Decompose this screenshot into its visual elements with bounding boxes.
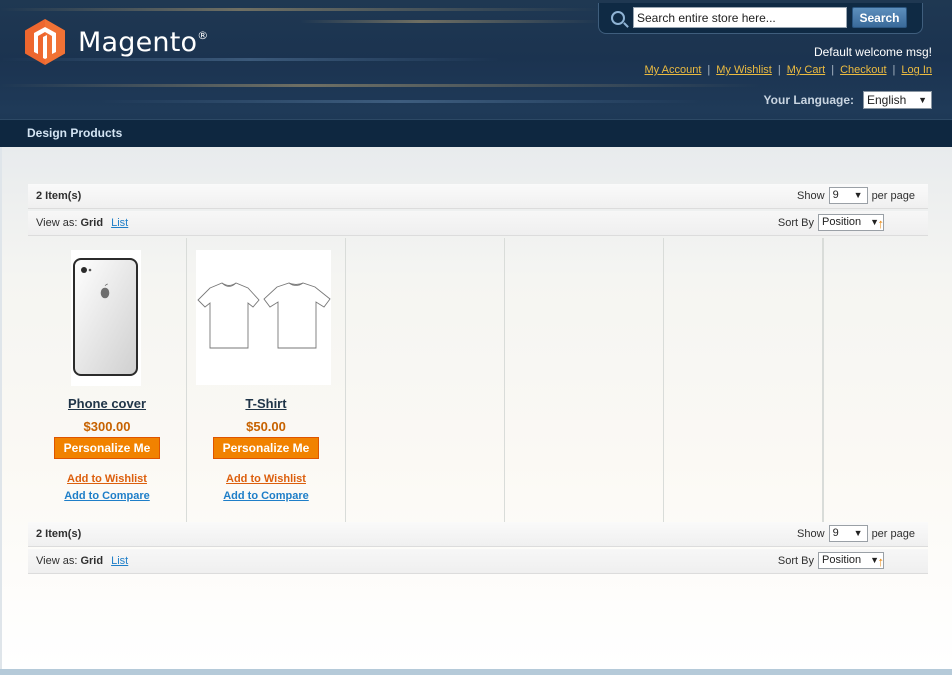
add-to-wishlist-link[interactable]: Add to Wishlist	[28, 473, 186, 485]
phone-cover-image	[73, 258, 138, 376]
sort-direction-icon[interactable]: ↑	[878, 554, 885, 569]
view-mode: View as: Grid List	[36, 555, 129, 567]
header-decoration	[100, 100, 700, 103]
toolbar-sorter-top: View as: Grid List Sort By Position ▼ ↑	[28, 211, 928, 236]
nav-bar: Design Products	[0, 119, 952, 147]
view-mode: View as: Grid List	[36, 217, 129, 229]
chevron-down-icon: ▼	[918, 95, 927, 105]
product-image[interactable]	[71, 250, 141, 386]
product-name-link[interactable]: Phone cover	[28, 396, 186, 411]
sort-by: Sort By Position ▼	[778, 552, 884, 569]
sort-by-select[interactable]: Position ▼	[818, 552, 884, 569]
search-button[interactable]: Search	[852, 7, 907, 28]
limiter: Show 9 ▼ per page	[793, 187, 919, 204]
product-price: $300.00	[83, 419, 131, 434]
logo[interactable]: Magento®	[24, 18, 208, 66]
page-header: Magento® Search Default welcome msg! My …	[0, 0, 952, 147]
empty-grid-cell	[346, 238, 505, 522]
per-page-select[interactable]: 9 ▼	[828, 187, 868, 204]
product-image[interactable]	[196, 250, 331, 385]
empty-grid-cell	[823, 238, 928, 522]
logo-text: Magento®	[78, 26, 209, 58]
toolbar-sorter-bottom: View as: Grid List Sort By Position ▼ ↑	[28, 549, 928, 574]
empty-grid-cell	[664, 238, 823, 522]
language-label: Your Language:	[763, 93, 854, 107]
search-input[interactable]	[633, 7, 847, 28]
sort-by: Sort By Position ▼	[778, 214, 884, 231]
quick-links: My Account | My Wishlist | My Cart | Checkout |…	[644, 64, 932, 76]
personalize-button[interactable]: Personalize Me	[54, 437, 160, 459]
chevron-down-icon: ▼	[853, 190, 863, 200]
product-grid: Phone cover $300.00 Personalize Me Add t…	[28, 238, 928, 522]
sort-direction-icon[interactable]: ↑	[878, 216, 885, 231]
limiter: Show 9 ▼ per page	[793, 525, 919, 542]
my-account-link[interactable]: My Account	[645, 64, 702, 76]
toolbar-pager-top: 2 Item(s) Show 9 ▼ per page	[28, 184, 928, 209]
sort-by-select[interactable]: Position ▼	[818, 214, 884, 231]
view-grid: Grid	[80, 217, 104, 229]
magento-logo-icon	[25, 19, 65, 65]
t-shirt-image	[197, 282, 331, 349]
main-border	[0, 147, 2, 669]
view-grid: Grid	[80, 555, 104, 567]
view-list-link[interactable]: List	[111, 555, 128, 567]
search-icon	[611, 11, 625, 25]
add-to-compare-link[interactable]: Add to Compare	[28, 490, 186, 502]
header-decoration	[0, 84, 760, 87]
chevron-down-icon: ▼	[853, 528, 863, 538]
welcome-message: Default welcome msg!	[813, 45, 932, 59]
personalize-button[interactable]: Personalize Me	[213, 437, 319, 459]
header-decoration	[300, 20, 600, 23]
log-in-link[interactable]: Log In	[901, 64, 932, 76]
language-select[interactable]: English ▼	[863, 91, 932, 109]
view-list-link[interactable]: List	[111, 217, 128, 229]
footer-strip	[0, 669, 952, 675]
product-item: Phone cover $300.00 Personalize Me Add t…	[28, 238, 187, 522]
my-cart-link[interactable]: My Cart	[787, 64, 826, 76]
header-decoration	[0, 8, 600, 11]
product-price: $50.00	[246, 419, 286, 434]
language-switcher: Your Language: English ▼	[764, 91, 932, 109]
item-count: 2 Item(s)	[36, 528, 82, 540]
empty-grid-cell	[505, 238, 664, 522]
search-box: Search	[598, 3, 923, 34]
checkout-link[interactable]: Checkout	[840, 64, 886, 76]
my-wishlist-link[interactable]: My Wishlist	[716, 64, 772, 76]
page-title: Design Products	[27, 126, 123, 140]
item-count: 2 Item(s)	[36, 190, 82, 202]
product-item: T-Shirt $50.00 Personalize Me Add to Wis…	[187, 238, 346, 522]
product-name-link[interactable]: T-Shirt	[187, 396, 345, 411]
add-to-compare-link[interactable]: Add to Compare	[187, 490, 345, 502]
add-to-wishlist-link[interactable]: Add to Wishlist	[187, 473, 345, 485]
per-page-select[interactable]: 9 ▼	[828, 525, 868, 542]
toolbar-pager-bottom: 2 Item(s) Show 9 ▼ per page	[28, 522, 928, 547]
